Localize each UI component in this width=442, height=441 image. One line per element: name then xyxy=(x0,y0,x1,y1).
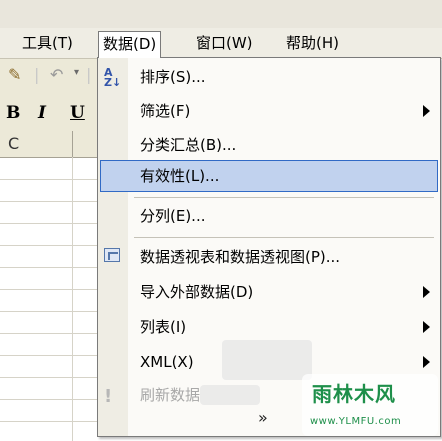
underline-button[interactable]: U xyxy=(70,103,85,123)
toolbar: ✎ | ↶ ▾ | B I U xyxy=(0,59,100,131)
sort-az-icon: A Z↓ xyxy=(104,66,122,89)
undo-dropdown-icon[interactable]: ▾ xyxy=(74,67,79,78)
column-header-c[interactable]: C xyxy=(8,134,19,153)
window-title-strip xyxy=(0,0,442,28)
menu-item-label: 分类汇总(B)... xyxy=(140,136,237,154)
menu-item-label: XML(X) xyxy=(140,353,194,371)
menu-bar: 工具(T) 数据(D) 窗口(W) 帮助(H) xyxy=(0,28,442,59)
menu-data[interactable]: 数据(D) xyxy=(98,31,162,58)
menu-item-label: 导入外部数据(D) xyxy=(140,283,254,301)
toolbar-separator: | xyxy=(34,65,40,84)
menu-item-label: 数据透视表和数据透视图(P)... xyxy=(140,248,341,266)
menu-item-import-external-data[interactable]: 导入外部数据(D) xyxy=(98,275,440,309)
grid-row-line xyxy=(0,245,100,246)
submenu-arrow-icon xyxy=(423,286,430,298)
spreadsheet-grid[interactable]: C xyxy=(0,131,100,441)
blur-smudge xyxy=(200,385,260,405)
standard-toolbar: ✎ | ↶ ▾ | xyxy=(0,59,100,93)
submenu-arrow-icon xyxy=(423,356,430,368)
blur-smudge xyxy=(222,340,312,380)
grid-row-line xyxy=(0,179,100,180)
menu-item-validation[interactable]: 有效性(L)... xyxy=(98,159,440,193)
grid-row-line xyxy=(0,421,100,422)
watermark-url: www.YLMFU.com xyxy=(310,416,402,427)
grid-row-line xyxy=(0,267,100,268)
grid-row-line xyxy=(0,333,100,334)
grid-row-line xyxy=(0,201,100,202)
menu-item-filter[interactable]: 筛选(F) xyxy=(98,94,440,128)
menu-item-label: 分列(E)... xyxy=(140,207,206,225)
grid-row-line xyxy=(0,289,100,290)
grid-row-line xyxy=(0,377,100,378)
watermark-logo: 雨林木风 www.YLMFU.com xyxy=(302,374,438,436)
submenu-arrow-icon xyxy=(423,105,430,117)
italic-button[interactable]: I xyxy=(38,103,46,123)
menu-item-label: 有效性(L)... xyxy=(140,167,220,185)
menu-item-pivot-table[interactable]: 数据透视表和数据透视图(P)... xyxy=(98,240,440,274)
menu-item-label: 排序(S)... xyxy=(140,68,206,86)
refresh-icon: ! xyxy=(104,386,113,407)
pivot-table-icon xyxy=(104,248,120,262)
menu-item-label: 列表(I) xyxy=(140,318,187,336)
expand-menu-chevron-icon[interactable]: » xyxy=(258,408,268,427)
column-divider[interactable] xyxy=(72,131,73,157)
menu-item-text-to-columns[interactable]: 分列(E)... xyxy=(98,199,440,233)
grid-row-line xyxy=(0,223,100,224)
menu-item-subtotals[interactable]: 分类汇总(B)... xyxy=(98,128,440,162)
menu-separator xyxy=(134,197,434,198)
bold-button[interactable]: B xyxy=(6,103,20,123)
menu-help[interactable]: 帮助(H) xyxy=(282,31,343,55)
menu-item-label: 筛选(F) xyxy=(140,102,191,120)
undo-icon[interactable]: ↶ xyxy=(50,65,63,84)
watermark-title: 雨林木风 xyxy=(312,382,396,406)
menu-tools[interactable]: 工具(T) xyxy=(18,31,77,55)
menu-window[interactable]: 窗口(W) xyxy=(192,31,257,55)
column-header-row: C xyxy=(0,131,100,158)
grid-row-line xyxy=(0,355,100,356)
formatting-toolbar: B I U xyxy=(0,95,100,131)
menu-item-sort[interactable]: A Z↓ 排序(S)... xyxy=(98,60,440,94)
format-painter-icon[interactable]: ✎ xyxy=(8,65,21,84)
grid-row-line xyxy=(0,399,100,400)
menu-item-list[interactable]: 列表(I) xyxy=(98,310,440,344)
menu-separator xyxy=(134,237,434,238)
menu-item-label: 刷新数据 xyxy=(140,386,201,404)
grid-row-line xyxy=(0,311,100,312)
submenu-arrow-icon xyxy=(423,321,430,333)
toolbar-separator: | xyxy=(86,65,92,84)
